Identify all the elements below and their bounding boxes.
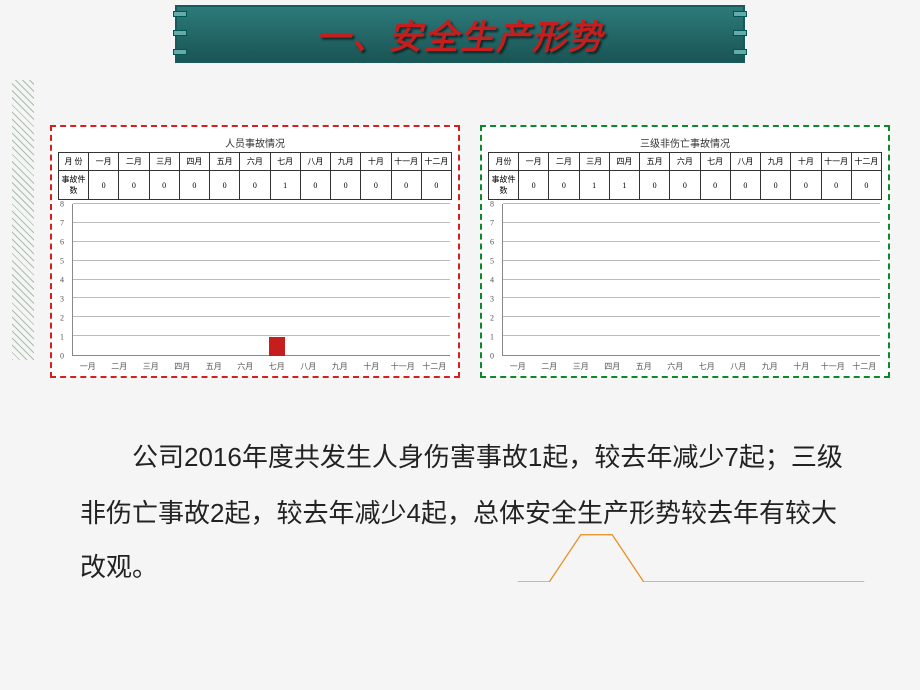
x-axis: 一月二月三月四月五月六月七月八月九月十月十一月十二月 [72,361,450,372]
row-value-header: 事故件数 [489,171,519,200]
x-axis: 一月二月三月四月五月六月七月八月九月十月十一月十二月 [502,361,880,372]
table-row-values: 事故件数 0 0 0 0 0 0 1 0 0 0 0 0 [59,171,452,200]
chart-data-table: 月份 一月 二月 三月 四月 五月 六月 七月 八月 九月 十月 十一月 十二月… [488,152,882,200]
text: 起，较去年减少 [542,443,724,472]
row-label-header: 月份 [489,153,519,171]
text: 起，较去年减少 [224,499,406,528]
text-num: 2 [210,498,224,528]
table-row-header: 月份 一月 二月 三月 四月 五月 六月 七月 八月 九月 十月 十一月 十二月 [489,153,882,171]
text: 年度共发生人身伤害事故 [242,443,528,472]
chart-title: 三级非伤亡事故情况 [488,133,882,152]
page-title: 一、安全生产形势 [316,10,604,59]
header-banner: 一、安全生产形势 [175,5,745,63]
chart-data-table: 月 份 一月 二月 三月 四月 五月 六月 七月 八月 九月 十月 十一月 十二… [58,152,452,200]
table-row-header: 月 份 一月 二月 三月 四月 五月 六月 七月 八月 九月 十月 十一月 十二… [59,153,452,171]
chart-plot-area: 012345678 一月二月三月四月五月六月七月八月九月十月十一月十二月 [498,204,880,374]
chart-plot-area: 012345678 一月二月三月四月五月六月七月八月九月十月十一月十二月 [68,204,450,374]
y-axis: 012345678 [60,204,70,356]
text-num: 4 [407,498,421,528]
chart-title: 人员事故情况 [58,133,452,152]
text-num: 1 [528,442,542,472]
table-row-values: 事故件数 0 0 1 1 0 0 0 0 0 0 0 0 [489,171,882,200]
chart-level3: 三级非伤亡事故情况 月份 一月 二月 三月 四月 五月 六月 七月 八月 九月 … [480,125,890,378]
text: 公司 [132,443,184,472]
text-num: 7 [724,442,738,472]
y-axis: 012345678 [490,204,500,356]
row-value-header: 事故件数 [59,171,89,200]
charts-row: 人员事故情况 月 份 一月 二月 三月 四月 五月 六月 七月 八月 九月 十月… [50,125,890,378]
bar-series [72,204,450,356]
body-paragraph: 公司2016年度共发生人身伤害事故1起，较去年减少7起；三级非伤亡事故2起，较去… [80,430,860,596]
chart-personnel: 人员事故情况 月 份 一月 二月 三月 四月 五月 六月 七月 八月 九月 十月… [50,125,460,378]
side-decoration [12,80,34,360]
text-year: 2016 [184,442,242,472]
row-label-header: 月 份 [59,153,89,171]
